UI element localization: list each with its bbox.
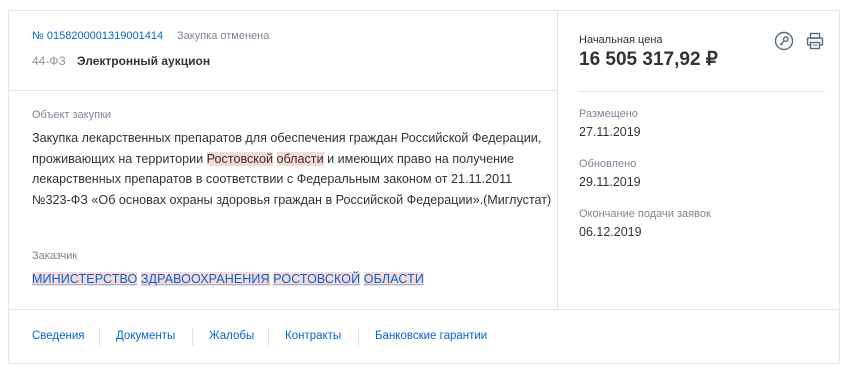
tab-complaints[interactable]: Жалобы [209, 330, 254, 342]
purchase-card: № 0158200001319001414 Закупка отменена 4… [8, 10, 840, 364]
procurement-method: Электронный аукцион [77, 54, 211, 68]
price-label: Начальная цена [579, 34, 663, 46]
key-icon[interactable] [774, 31, 794, 51]
law-badge: 44-ФЗ [32, 54, 66, 68]
purchase-main-info: № 0158200001319001414 Закупка отменена 4… [9, 11, 558, 309]
object-description: Закупка лекарственных препаратов для обе… [32, 128, 552, 210]
tab-divider [358, 328, 359, 346]
posted-date: 27.11.2019 [579, 125, 641, 139]
printer-icon[interactable] [805, 31, 825, 51]
updated-date: 29.11.2019 [579, 175, 641, 189]
tab-divider [99, 328, 100, 346]
posted-label: Размещено [579, 108, 638, 120]
object-label: Объект закупки [32, 109, 112, 121]
customer-link[interactable]: МИНИСТЕРСТВО ЗДРАВООХРАНЕНИЯ РОСТОВСКОЙ … [32, 272, 424, 286]
highlight-region-word: Ростовской [206, 151, 273, 166]
divider [579, 91, 825, 92]
highlight-area-word: области [276, 151, 324, 166]
deadline-date: 06.12.2019 [579, 225, 642, 239]
purchase-number-link[interactable]: № 0158200001319001414 [32, 30, 163, 42]
tab-divider [192, 328, 193, 346]
updated-label: Обновлено [579, 158, 637, 170]
tab-documents[interactable]: Документы [116, 330, 175, 342]
card-tabs: Сведения Документы Жалобы Контракты Банк… [9, 309, 839, 364]
price-value: 16 505 317,92 ₽ [579, 49, 718, 70]
purchase-header: № 0158200001319001414 Закупка отменена 4… [9, 11, 557, 91]
tab-contracts[interactable]: Контракты [285, 330, 341, 342]
tab-details[interactable]: Сведения [32, 330, 85, 342]
tab-bank-guarantees[interactable]: Банковские гарантии [375, 330, 487, 342]
customer-label: Заказчик [32, 250, 78, 262]
deadline-label: Окончание подачи заявок [579, 208, 711, 220]
purchase-status: Закупка отменена [177, 30, 270, 42]
tab-divider [268, 328, 269, 346]
